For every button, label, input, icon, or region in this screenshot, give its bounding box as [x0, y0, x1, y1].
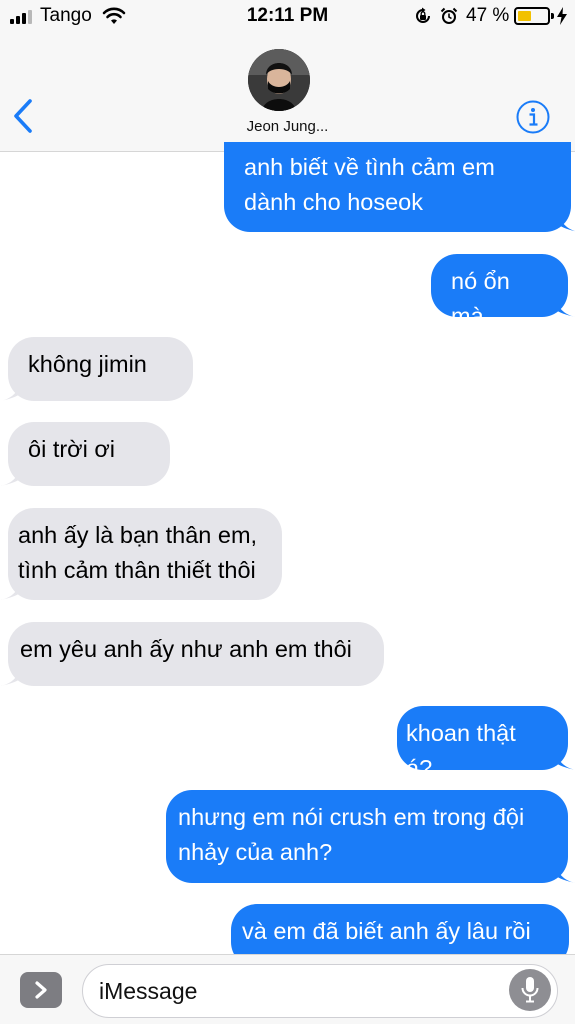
message-line: ôi trời ơi — [28, 436, 115, 462]
battery-icon — [514, 7, 554, 25]
message-line: nhưng em nói crush em trong đội — [178, 804, 525, 830]
app-drawer-icon — [35, 981, 47, 999]
message-bubble-outgoing[interactable]: anh biết về tình cảm em dành cho hoseok — [224, 142, 575, 232]
conversation-header: Tango 12:11 PM 47 % Jeon Jung... — [0, 0, 575, 152]
compose-bar: iMessage — [0, 954, 575, 1024]
message-bubble-outgoing[interactable]: khoan thật á? — [397, 706, 575, 781]
dictation-button[interactable] — [509, 969, 551, 1011]
charging-bolt-icon — [557, 7, 567, 25]
app-drawer-button[interactable] — [20, 972, 62, 1008]
contact-name[interactable]: Jeon Jung... — [0, 118, 575, 135]
message-bubble-outgoing[interactable]: nó ổn mà — [431, 254, 575, 329]
message-line: nó ổn mà — [451, 268, 510, 329]
status-bar: Tango 12:11 PM 47 % — [0, 0, 575, 34]
battery-percent: 47 % — [466, 5, 510, 26]
message-bubble-outgoing[interactable]: nhưng em nói crush em trong đội nhảy của… — [166, 790, 575, 883]
message-bubble-incoming[interactable]: không jimin — [0, 337, 193, 401]
message-bubble-incoming[interactable]: anh ấy là bạn thân em, tình cảm thân thi… — [0, 508, 282, 600]
message-line: anh ấy là bạn thân em, — [18, 522, 258, 548]
message-line: em yêu anh ấy như anh em thôi — [20, 636, 352, 662]
message-line: anh biết về tình cảm em — [244, 154, 495, 180]
message-line: tình cảm thân thiết thôi — [18, 557, 256, 583]
alarm-icon — [440, 7, 458, 24]
message-bubble-incoming[interactable]: em yêu anh ấy như anh em thôi — [0, 622, 384, 686]
message-bubble-incoming[interactable]: ôi trời ơi — [0, 422, 170, 486]
avatar[interactable] — [248, 49, 310, 111]
message-line: và em đã biết anh ấy lâu rồi — [242, 918, 531, 944]
message-line: khoan thật á? — [406, 720, 516, 781]
message-input[interactable]: iMessage — [82, 964, 558, 1018]
message-input-placeholder: iMessage — [99, 978, 198, 1004]
message-line: không jimin — [28, 351, 147, 377]
info-icon[interactable] — [516, 100, 550, 134]
orientation-lock-icon — [416, 7, 430, 23]
message-line: dành cho hoseok — [244, 189, 424, 215]
microphone-icon — [521, 977, 539, 1003]
message-line: nhảy của anh? — [178, 839, 333, 865]
